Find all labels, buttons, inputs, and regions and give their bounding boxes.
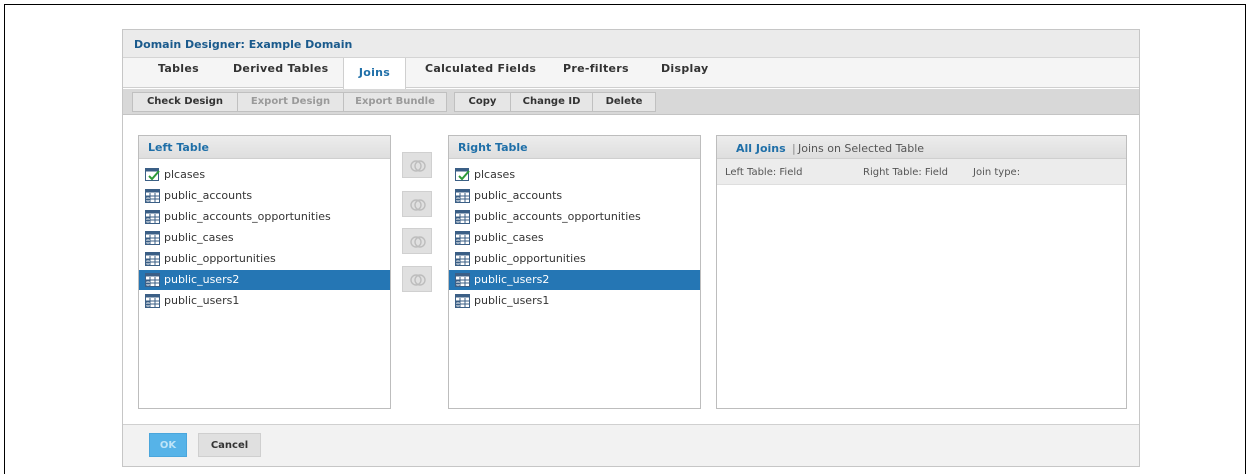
table-list-item[interactable]: public_accounts_opportunities [139, 207, 390, 227]
change-id-button[interactable]: Change ID [510, 92, 593, 112]
table-icon [455, 294, 470, 308]
table-icon [455, 231, 470, 245]
tab-joins[interactable]: Joins [343, 58, 406, 89]
export-bundle-button[interactable]: Export Bundle [343, 92, 447, 112]
table-list-item[interactable]: public_users1 [449, 291, 700, 311]
table-list-item[interactable]: plcases [449, 165, 700, 185]
table-list-item[interactable]: public_users2 [139, 270, 390, 290]
inner-join-icon [410, 160, 426, 172]
tab-bar: Tables Derived Tables Joins Calculated F… [123, 58, 1139, 89]
tab-display[interactable]: Display [661, 58, 708, 88]
cancel-button[interactable]: Cancel [198, 433, 261, 457]
right-table-panel: Right Table plcases public_accountspublic… [448, 135, 701, 409]
export-design-button[interactable]: Export Design [237, 92, 344, 112]
delete-button[interactable]: Delete [592, 92, 656, 112]
table-list-item-label: public_opportunities [474, 252, 586, 265]
domain-designer-dialog: Domain Designer: Example Domain Tables D… [122, 29, 1140, 467]
table-icon [145, 210, 160, 224]
dialog-title: Domain Designer: Example Domain [134, 38, 353, 51]
table-list-item-label: public_accounts_opportunities [164, 210, 331, 223]
table-list-item-label: public_opportunities [164, 252, 276, 265]
joins-panel-header: All Joins | Joins on Selected Table [717, 136, 1126, 159]
joins-panel: All Joins | Joins on Selected Table Left… [716, 135, 1127, 409]
left-table-panel: Left Table plcases public_accounts public_… [138, 135, 391, 409]
joins-link-separator: | [792, 142, 796, 155]
joins-on-selected-table-link[interactable]: Joins on Selected Table [798, 142, 924, 155]
table-icon [455, 252, 470, 266]
column-left-table-field: Left Table: Field [725, 167, 803, 178]
table-icon [145, 231, 160, 245]
table-list-item-label: plcases [474, 168, 516, 181]
table-list-item[interactable]: public_accounts [139, 186, 390, 206]
right-outer-join-icon [410, 236, 426, 248]
check-design-button[interactable]: Check Design [132, 92, 238, 112]
table-icon [145, 252, 160, 266]
table-list-item[interactable]: public_accounts [449, 186, 700, 206]
inner-join-button[interactable] [402, 152, 432, 178]
table-list-item-label: public_cases [474, 231, 544, 244]
table-list-item[interactable]: public_opportunities [449, 249, 700, 269]
toolbar: Check Design Export Design Export Bundle… [123, 89, 1139, 115]
table-list-item[interactable]: public_cases [139, 228, 390, 248]
full-outer-join-icon [410, 274, 426, 286]
joins-column-header-row: Left Table: Field Right Table: Field Joi… [717, 159, 1126, 185]
left-outer-join-icon [410, 199, 426, 211]
column-join-type: Join type: [973, 167, 1021, 178]
table-list-item-label: public_users2 [474, 273, 550, 286]
ok-button[interactable]: OK [149, 433, 187, 457]
tab-derived-tables[interactable]: Derived Tables [233, 58, 328, 88]
left-table-header: Left Table [139, 136, 390, 159]
left-table-title: Left Table [148, 141, 209, 154]
table-list-item-label: public_users2 [164, 273, 240, 286]
left-outer-join-button[interactable] [402, 191, 432, 217]
derived-table-icon [455, 168, 470, 182]
table-icon [145, 189, 160, 203]
tab-tables[interactable]: Tables [158, 58, 199, 88]
full-outer-join-button[interactable] [402, 266, 432, 292]
table-list-item[interactable]: plcases [139, 165, 390, 185]
table-list-item[interactable]: public_opportunities [139, 249, 390, 269]
table-list-item-label: public_accounts_opportunities [474, 210, 641, 223]
tab-calculated-fields[interactable]: Calculated Fields [425, 58, 536, 88]
title-bar: Domain Designer: Example Domain [123, 30, 1139, 58]
table-list-item-label: public_accounts [164, 189, 253, 202]
table-list-item-label: public_cases [164, 231, 234, 244]
table-list-item-label: public_users1 [164, 294, 240, 307]
column-right-table-field: Right Table: Field [863, 167, 948, 178]
right-outer-join-button[interactable] [402, 228, 432, 254]
table-icon [455, 273, 470, 287]
dialog-footer: OK Cancel [123, 424, 1139, 466]
table-list-item[interactable]: public_users1 [139, 291, 390, 311]
derived-table-icon [145, 168, 160, 182]
table-list-item-label: plcases [164, 168, 206, 181]
table-list-item-label: public_users1 [474, 294, 550, 307]
right-table-title: Right Table [458, 141, 528, 154]
copy-button[interactable]: Copy [454, 92, 511, 112]
table-icon [145, 273, 160, 287]
table-icon [145, 294, 160, 308]
table-icon [455, 210, 470, 224]
right-table-header: Right Table [449, 136, 700, 159]
table-list-item-label: public_accounts [474, 189, 563, 202]
table-list-item[interactable]: public_users2 [449, 270, 700, 290]
table-icon [455, 189, 470, 203]
table-list-item[interactable]: public_accounts_opportunities [449, 207, 700, 227]
all-joins-link[interactable]: All Joins [736, 142, 786, 155]
table-list-item[interactable]: public_cases [449, 228, 700, 248]
tab-pre-filters[interactable]: Pre-filters [563, 58, 629, 88]
